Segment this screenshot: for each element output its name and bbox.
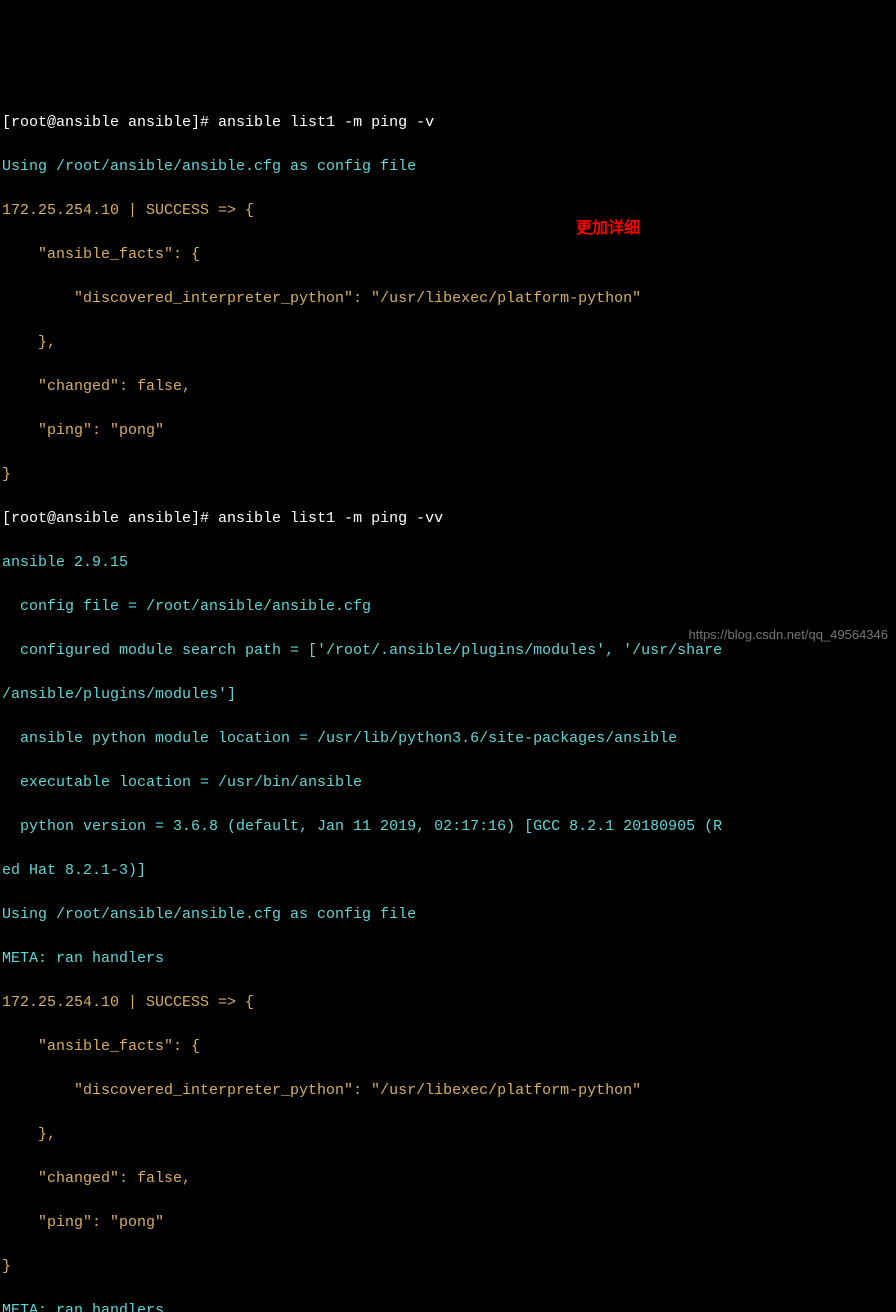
interpreter-line: "discovered_interpreter_python": "/usr/l…	[2, 1080, 894, 1102]
annotation-label: 更加详细	[576, 218, 640, 240]
prompt-prefix: [root@ansible ansible]#	[2, 510, 218, 527]
terminal-output: [root@ansible ansible]# ansible list1 -m…	[2, 90, 894, 1312]
changed-line: "changed": false,	[2, 1168, 894, 1190]
command-text: ansible list1 -m ping -v	[218, 114, 434, 131]
host-result: 172.25.254.10 | SUCCESS => {	[2, 200, 894, 222]
ansible-facts-open: "ansible_facts": {	[2, 1036, 894, 1058]
module-location: ansible python module location = /usr/li…	[2, 728, 894, 750]
command-text: ansible list1 -m ping -vv	[218, 510, 443, 527]
config-message: Using /root/ansible/ansible.cfg as confi…	[2, 156, 894, 178]
changed-line: "changed": false,	[2, 376, 894, 398]
facts-close: },	[2, 1124, 894, 1146]
ping-line: "ping": "pong"	[2, 1212, 894, 1234]
config-file-line: config file = /root/ansible/ansible.cfg	[2, 596, 894, 618]
meta-handlers: META: ran handlers	[2, 1300, 894, 1312]
ansible-facts-open: "ansible_facts": {	[2, 244, 894, 266]
watermark-text: https://blog.csdn.net/qq_49564346	[689, 624, 889, 646]
interpreter-line: "discovered_interpreter_python": "/usr/l…	[2, 288, 894, 310]
prompt-prefix: [root@ansible ansible]#	[2, 114, 218, 131]
json-close: }	[2, 1256, 894, 1278]
python-version-line1: python version = 3.6.8 (default, Jan 11 …	[2, 816, 894, 838]
facts-close: },	[2, 332, 894, 354]
version-line: ansible 2.9.15	[2, 552, 894, 574]
ping-line: "ping": "pong"	[2, 420, 894, 442]
executable-location: executable location = /usr/bin/ansible	[2, 772, 894, 794]
using-config: Using /root/ansible/ansible.cfg as confi…	[2, 904, 894, 926]
python-version-line2: ed Hat 8.2.1-3)]	[2, 860, 894, 882]
json-close: }	[2, 464, 894, 486]
meta-handlers: META: ran handlers	[2, 948, 894, 970]
module-path-line2: /ansible/plugins/modules']	[2, 684, 894, 706]
host-result: 172.25.254.10 | SUCCESS => {	[2, 992, 894, 1014]
